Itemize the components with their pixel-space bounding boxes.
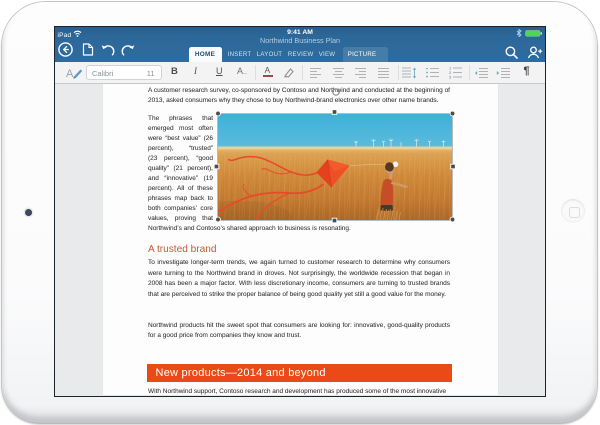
svg-text:3: 3 [449,74,452,78]
svg-text:A: A [66,68,74,79]
